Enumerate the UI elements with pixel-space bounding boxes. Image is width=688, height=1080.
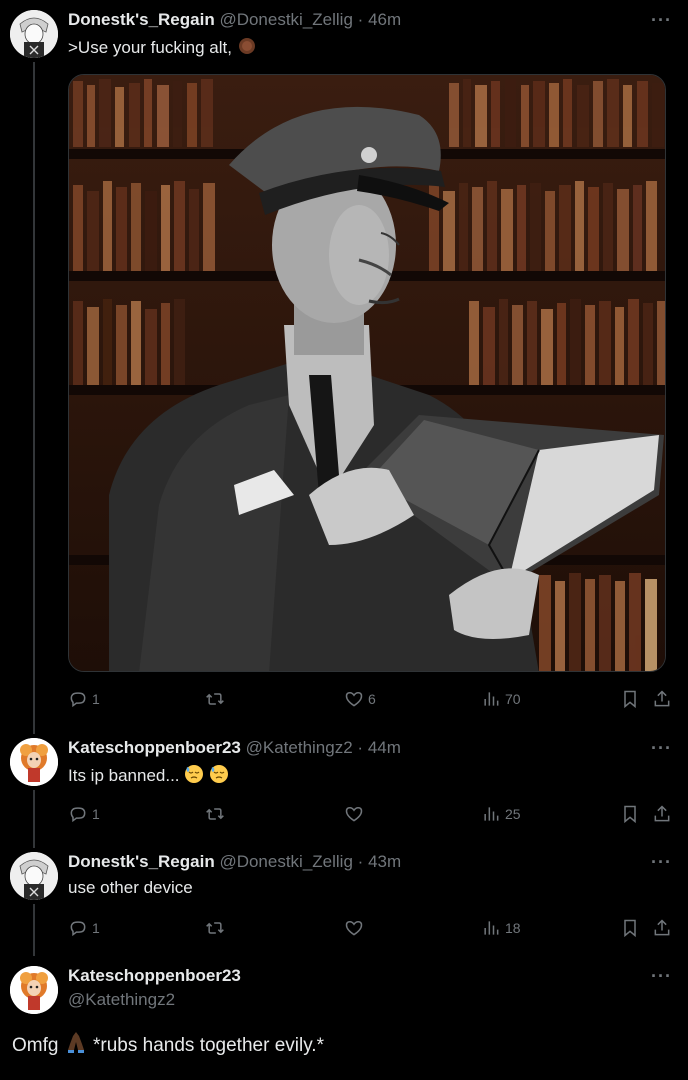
share-icon [654, 805, 670, 822]
bookmark-button[interactable] [620, 687, 640, 711]
reply-button[interactable]: 1 [68, 802, 100, 826]
separator-dot: · [357, 10, 364, 29]
tweet-text: Its ip banned... [68, 764, 229, 786]
tweet-text: >Use your fucking alt, [68, 36, 257, 58]
separator-dot: · [357, 852, 364, 871]
user-handle[interactable]: @Donestki_Zellig [219, 852, 352, 871]
avatar[interactable] [10, 966, 58, 1014]
main-tweet-text: Omfg *rubs hands together evily.* [12, 1030, 324, 1057]
like-count: 6 [368, 691, 376, 707]
more-options-icon[interactable]: ··· [651, 10, 672, 31]
reply-icon [70, 692, 86, 708]
retweet-icon [206, 922, 224, 934]
avatar[interactable] [10, 852, 58, 900]
user-handle[interactable]: @Katethingz2 [68, 990, 175, 1009]
views-count: 70 [505, 691, 521, 707]
user-handle[interactable]: @Donestki_Zellig [219, 10, 352, 29]
thumbs-down-emoji-icon [238, 38, 255, 54]
tweet-actions: 1 6 70 [68, 687, 674, 711]
bookmark-icon [624, 919, 636, 938]
praying-hands-emoji-icon [67, 1032, 84, 1053]
retweet-button[interactable] [205, 687, 229, 711]
views-button[interactable]: 70 [481, 687, 521, 711]
timestamp[interactable]: 43m [368, 852, 401, 871]
separator-dot: · [357, 738, 364, 757]
views-chart-icon [484, 921, 499, 935]
tweet[interactable]: Donestk's_Regain @Donestki_Zellig · 43m … [0, 844, 688, 956]
reply-count: 1 [92, 691, 100, 707]
like-button[interactable] [344, 802, 368, 826]
views-chart-icon [484, 807, 499, 821]
share-button[interactable] [652, 916, 672, 940]
tweet-text-after: *rubs hands together evily.* [93, 1035, 324, 1056]
bookmark-icon [624, 805, 636, 824]
reply-icon [70, 807, 86, 823]
tweet-header: Donestk's_Regain @Donestki_Zellig · 46m [68, 10, 401, 30]
display-name[interactable]: Kateschoppenboer23 [68, 966, 241, 985]
tweet-header: Kateschoppenboer23 [68, 966, 241, 986]
tweet-image[interactable] [68, 74, 666, 672]
tweet-text: use other device [68, 878, 193, 898]
tweet[interactable]: Kateschoppenboer23 @Katethingz2 · 44m ··… [0, 730, 688, 842]
retweet-icon [206, 693, 224, 705]
tweet-header: Donestk's_Regain @Donestki_Zellig · 43m [68, 852, 401, 872]
heart-icon [345, 806, 363, 822]
views-button[interactable]: 18 [481, 916, 521, 940]
tweet-actions: 1 18 [68, 916, 674, 940]
more-options-icon[interactable]: ··· [651, 738, 672, 759]
bookmark-button[interactable] [620, 802, 640, 826]
views-count: 25 [505, 806, 521, 822]
reply-button[interactable]: 1 [68, 687, 100, 711]
timestamp[interactable]: 44m [368, 738, 401, 757]
views-button[interactable]: 25 [481, 802, 521, 826]
retweet-icon [206, 808, 224, 820]
tweet-actions: 1 25 [68, 802, 674, 826]
share-button[interactable] [652, 802, 672, 826]
tweet[interactable]: Donestk's_Regain @Donestki_Zellig · 46m … [0, 0, 688, 730]
share-icon [654, 690, 670, 707]
heart-icon [345, 920, 363, 936]
tweet-text-content: >Use your fucking alt, [68, 38, 232, 57]
views-count: 18 [505, 920, 521, 936]
display-name[interactable]: Donestk's_Regain [68, 852, 215, 871]
tweet-header-handle: @Katethingz2 [68, 990, 175, 1010]
downcast-sweat-face-emoji-icon [185, 765, 204, 783]
tweet-header: Kateschoppenboer23 @Katethingz2 · 44m [68, 738, 401, 758]
avatar[interactable] [10, 738, 58, 786]
more-options-icon[interactable]: ··· [651, 966, 672, 987]
display-name[interactable]: Donestk's_Regain [68, 10, 215, 29]
share-button[interactable] [652, 687, 672, 711]
reply-count: 1 [92, 806, 100, 822]
tweet-text-content: use other device [68, 878, 193, 897]
retweet-button[interactable] [205, 802, 229, 826]
downcast-sweat-face-emoji-icon [210, 765, 228, 783]
tweet-text-before: Omfg [12, 1035, 59, 1056]
reply-count: 1 [92, 920, 100, 936]
tweet-text-content: Its ip banned... [68, 766, 180, 785]
heart-icon [345, 691, 363, 707]
main-tweet[interactable]: Kateschoppenboer23 @Katethingz2 ··· Omfg… [0, 958, 688, 1080]
retweet-button[interactable] [205, 916, 229, 940]
views-chart-icon [484, 692, 499, 706]
bookmark-button[interactable] [620, 916, 640, 940]
display-name[interactable]: Kateschoppenboer23 [68, 738, 241, 757]
bookmark-icon [624, 690, 636, 709]
reply-button[interactable]: 1 [68, 916, 100, 940]
timestamp[interactable]: 46m [368, 10, 401, 29]
reply-icon [70, 921, 86, 937]
like-button[interactable]: 6 [344, 687, 376, 711]
share-icon [654, 919, 670, 936]
avatar[interactable] [10, 10, 58, 58]
more-options-icon[interactable]: ··· [651, 852, 672, 873]
user-handle[interactable]: @Katethingz2 [246, 738, 353, 757]
like-button[interactable] [344, 916, 368, 940]
